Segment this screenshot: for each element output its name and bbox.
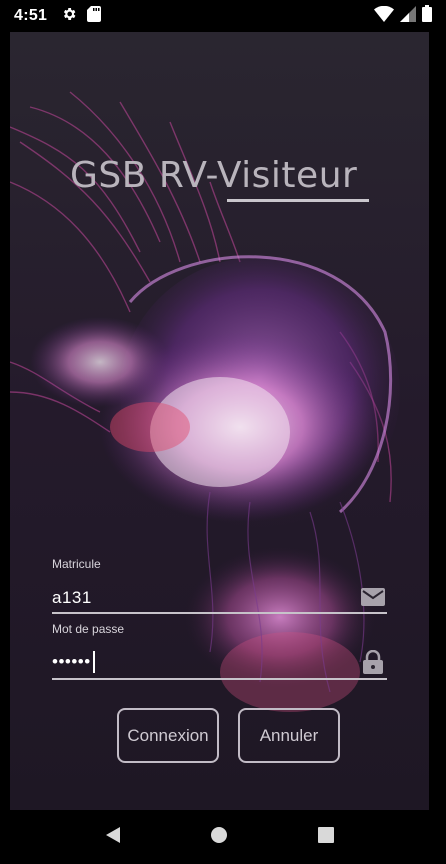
password-dots: •••••• [52, 652, 91, 671]
home-icon[interactable] [210, 826, 228, 849]
battery-icon [422, 5, 432, 27]
email-icon [361, 588, 385, 611]
wifi-icon [374, 5, 394, 27]
title-underline [227, 199, 369, 202]
recents-icon[interactable] [317, 826, 335, 849]
password-input[interactable]: •••••• [52, 650, 95, 674]
matricule-input[interactable]: a131 [52, 586, 92, 610]
signal-icon [400, 5, 416, 27]
matricule-label: Matricule [52, 557, 101, 571]
connexion-button[interactable]: Connexion [117, 708, 219, 763]
login-screen: GSB RV-Visiteur Matricule a131 Mot de pa… [10, 32, 429, 810]
annuler-button[interactable]: Annuler [238, 708, 340, 763]
status-left-icons [61, 5, 102, 27]
settings-icon [61, 6, 77, 27]
sd-card-icon [87, 5, 102, 27]
status-time: 4:51 [14, 7, 48, 24]
password-label: Mot de passe [52, 622, 125, 636]
app-title: GSB RV-Visiteur [70, 155, 358, 196]
back-icon[interactable] [104, 826, 122, 849]
matricule-underline [52, 612, 387, 614]
jellyfish-background-image [10, 32, 429, 810]
status-bar: 4:51 [0, 0, 446, 32]
password-underline [52, 678, 387, 680]
lock-icon [363, 649, 383, 679]
text-caret [92, 651, 95, 673]
status-right-icons [374, 5, 432, 27]
navigation-bar [10, 810, 429, 864]
